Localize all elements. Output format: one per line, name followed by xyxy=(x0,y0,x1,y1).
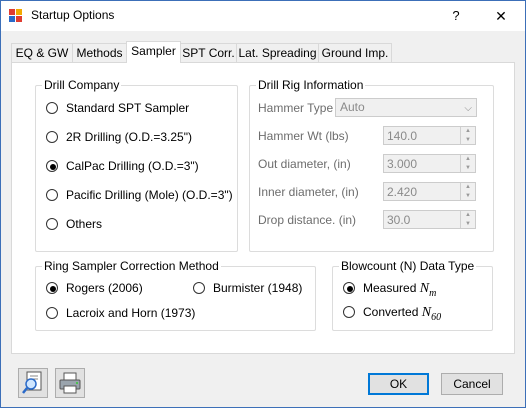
spin-up-icon[interactable]: ▲ xyxy=(461,127,475,135)
converted-label: Converted xyxy=(363,305,419,319)
hammer-wt-label: Hammer Wt (lbs) xyxy=(258,129,349,143)
radio-pacific-drilling[interactable]: Pacific Drilling (Mole) (O.D.=3") xyxy=(46,187,233,203)
hammer-wt-spinner[interactable]: 140.0 ▲ ▼ xyxy=(383,126,476,145)
drill-company-group: Drill Company Standard SPT Sampler 2R Dr… xyxy=(35,78,238,252)
radio-circle[interactable] xyxy=(46,160,58,172)
tab-sampler[interactable]: Sampler xyxy=(126,41,181,63)
n-symbol: N xyxy=(421,305,432,320)
drill-rig-title: Drill Rig Information xyxy=(256,78,366,92)
radio-label: Converted N60 xyxy=(363,304,441,326)
spin-up-icon[interactable]: ▲ xyxy=(461,211,475,219)
spin-down-icon[interactable]: ▼ xyxy=(461,136,475,144)
radio-burmister[interactable]: Burmister (1948) xyxy=(193,280,308,296)
startup-options-dialog: Startup Options ? ✕ EQ & GW Methods Samp… xyxy=(0,0,526,408)
print-button[interactable] xyxy=(55,368,85,398)
hammer-wt-value: 140.0 xyxy=(387,129,418,143)
app-icon xyxy=(9,9,22,22)
sampler-tab-panel: Drill Company Standard SPT Sampler 2R Dr… xyxy=(11,62,515,354)
tab-lat-spreading[interactable]: Lat. Spreading xyxy=(236,43,319,62)
radio-converted[interactable]: Converted N60 xyxy=(343,304,483,323)
radio-label: 2R Drilling (O.D.=3.25") xyxy=(66,130,192,144)
radio-label: Rogers (2006) xyxy=(66,281,143,295)
spinner-buttons: ▲ ▼ xyxy=(460,155,475,172)
drill-rig-group: Drill Rig Information Hammer Type Auto ⌵… xyxy=(249,78,494,252)
radio-calpac-drilling[interactable]: CalPac Drilling (O.D.=3") xyxy=(46,158,231,174)
radio-lacroix-horn[interactable]: Lacroix and Horn (1973) xyxy=(46,305,216,321)
drop-distance-label: Drop distance. (in) xyxy=(258,213,357,227)
radio-standard-spt[interactable]: Standard SPT Sampler xyxy=(46,100,231,116)
ring-sampler-title: Ring Sampler Correction Method xyxy=(42,259,221,273)
radio-label: Measured Nm xyxy=(363,280,436,302)
ok-button[interactable]: OK xyxy=(368,373,429,395)
blowcount-title: Blowcount (N) Data Type xyxy=(339,259,477,273)
out-diameter-value: 3.000 xyxy=(387,157,418,171)
radio-circle[interactable] xyxy=(46,307,58,319)
radio-circle[interactable] xyxy=(46,189,58,201)
radio-label: Pacific Drilling (Mole) (O.D.=3") xyxy=(66,188,233,202)
spin-down-icon[interactable]: ▼ xyxy=(461,164,475,172)
measured-symbol: Nm xyxy=(419,281,437,299)
radio-label: Standard SPT Sampler xyxy=(66,101,190,115)
preview-button[interactable] xyxy=(18,368,48,398)
radio-selected-dot xyxy=(347,286,353,292)
close-button[interactable]: ✕ xyxy=(491,6,511,26)
converted-symbol: N60 xyxy=(421,305,442,323)
spinner-buttons: ▲ ▼ xyxy=(460,211,475,228)
radio-label: Burmister (1948) xyxy=(213,281,303,295)
inner-diameter-value: 2.420 xyxy=(387,185,418,199)
inner-diameter-spinner[interactable]: 2.420 ▲ ▼ xyxy=(383,182,476,201)
out-diameter-spinner[interactable]: 3.000 ▲ ▼ xyxy=(383,154,476,173)
radio-circle[interactable] xyxy=(343,282,355,294)
cancel-button[interactable]: Cancel xyxy=(441,373,503,395)
out-diameter-label: Out diameter, (in) xyxy=(258,157,351,171)
hammer-type-value: Auto xyxy=(340,100,365,114)
radio-circle[interactable] xyxy=(46,102,58,114)
tab-ground-imp[interactable]: Ground Imp. xyxy=(318,43,392,62)
radio-2r-drilling[interactable]: 2R Drilling (O.D.=3.25") xyxy=(46,129,231,145)
spin-down-icon[interactable]: ▼ xyxy=(461,192,475,200)
radio-measured[interactable]: Measured Nm xyxy=(343,280,483,299)
title-bar: Startup Options ? ✕ xyxy=(1,1,525,31)
spinner-buttons: ▲ ▼ xyxy=(460,183,475,200)
measured-label: Measured xyxy=(363,281,417,295)
blowcount-group: Blowcount (N) Data Type Measured Nm Conv… xyxy=(332,259,493,331)
hammer-type-label: Hammer Type xyxy=(258,101,334,115)
spin-up-icon[interactable]: ▲ xyxy=(461,183,475,191)
radio-selected-dot xyxy=(50,164,56,170)
radio-circle[interactable] xyxy=(193,282,205,294)
radio-circle[interactable] xyxy=(46,282,58,294)
n-subscript: m xyxy=(429,287,437,299)
radio-others[interactable]: Others xyxy=(46,216,231,232)
radio-label: Lacroix and Horn (1973) xyxy=(66,306,196,320)
printer-icon xyxy=(59,372,81,394)
spin-down-icon[interactable]: ▼ xyxy=(461,220,475,228)
radio-label: Others xyxy=(66,217,103,231)
ring-sampler-group: Ring Sampler Correction Method Rogers (2… xyxy=(35,259,316,331)
radio-circle[interactable] xyxy=(343,306,355,318)
radio-circle[interactable] xyxy=(46,218,58,230)
drill-company-title: Drill Company xyxy=(42,78,122,92)
chevron-down-icon: ⌵ xyxy=(464,103,472,114)
help-button[interactable]: ? xyxy=(446,6,466,26)
tab-eq-gw[interactable]: EQ & GW xyxy=(11,43,73,62)
n-symbol: N xyxy=(419,281,430,296)
radio-rogers[interactable]: Rogers (2006) xyxy=(46,280,176,296)
tab-spt-corr[interactable]: SPT Corr. xyxy=(180,43,237,62)
magnifier-page-icon xyxy=(22,371,42,394)
tab-methods[interactable]: Methods xyxy=(72,43,127,62)
n-subscript: 60 xyxy=(431,311,442,323)
radio-selected-dot xyxy=(50,286,56,292)
drop-distance-value: 30.0 xyxy=(387,213,411,227)
radio-circle[interactable] xyxy=(46,131,58,143)
radio-label: CalPac Drilling (O.D.=3") xyxy=(66,159,199,173)
inner-diameter-label: Inner diameter, (in) xyxy=(258,185,359,199)
spinner-buttons: ▲ ▼ xyxy=(460,127,475,144)
drop-distance-spinner[interactable]: 30.0 ▲ ▼ xyxy=(383,210,476,229)
spin-up-icon[interactable]: ▲ xyxy=(461,155,475,163)
hammer-type-dropdown[interactable]: Auto ⌵ xyxy=(335,98,477,117)
window-title: Startup Options xyxy=(31,8,115,22)
